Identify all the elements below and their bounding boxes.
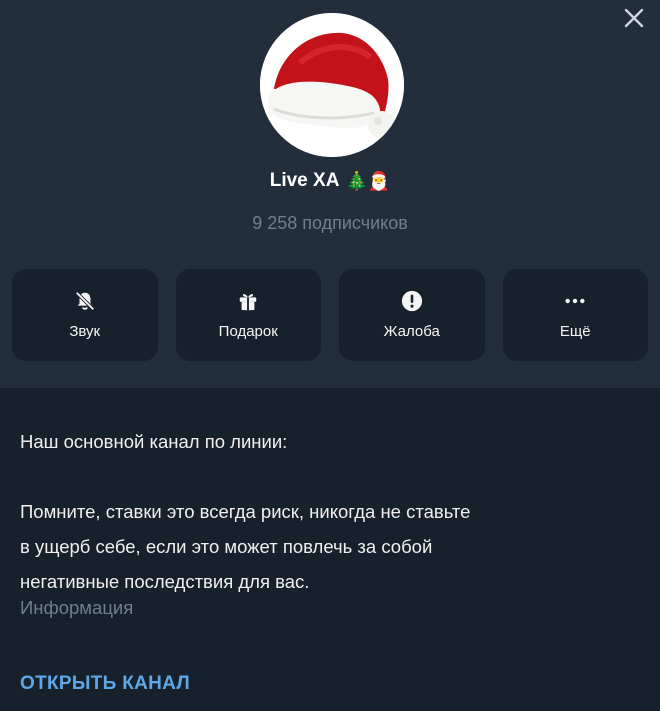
description-line: Наш основной канал по линии: — [20, 431, 288, 452]
description-line: в ущерб себе, если это может повлечь за … — [20, 536, 433, 557]
channel-name: Live XA — [269, 170, 340, 191]
action-bar: Звук Подарок Жалоба Ещё — [12, 269, 648, 361]
more-button[interactable]: Ещё — [502, 269, 648, 361]
bell-muted-icon — [75, 291, 95, 311]
info-label: Информация — [20, 597, 134, 618]
report-button-label: Жалоба — [383, 323, 440, 340]
description-line: негативные последствия для вас. — [20, 571, 310, 592]
gift-button[interactable]: Подарок — [175, 269, 321, 361]
more-icon — [565, 298, 585, 304]
sound-button[interactable]: Звук — [12, 269, 158, 361]
gift-button-label: Подарок — [218, 323, 278, 340]
subscriber-count: 9 258 подписчиков — [252, 213, 408, 233]
close-icon — [624, 8, 644, 28]
channel-avatar — [260, 13, 404, 157]
channel-description: Наш основной канал по линии: Помните, ст… — [20, 424, 645, 599]
more-button-label: Ещё — [559, 323, 591, 340]
open-channel-button[interactable]: ОТКРЫТЬ КАНАЛ — [20, 673, 190, 695]
santa-hat-icon — [260, 13, 404, 157]
sound-button-label: Звук — [69, 323, 101, 340]
close-button[interactable] — [622, 6, 646, 30]
channel-title-row: Live XA 🎄🎅 — [0, 170, 660, 192]
channel-name-emoji: 🎄🎅 — [345, 170, 391, 191]
report-icon — [401, 290, 422, 312]
report-button[interactable]: Жалоба — [339, 269, 485, 361]
description-line: Помните, ставки это всегда риск, никогда… — [20, 501, 471, 522]
gift-icon — [240, 294, 257, 311]
